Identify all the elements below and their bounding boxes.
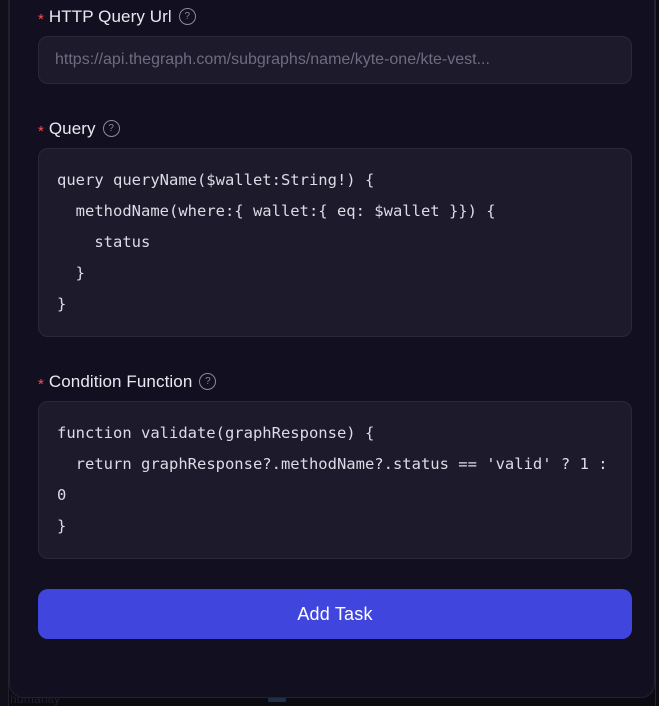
condition-function-label: * Condition Function ? bbox=[38, 372, 632, 393]
required-asterisk-icon: * bbox=[38, 11, 44, 28]
question-mark-circle-icon[interactable]: ? bbox=[199, 373, 217, 390]
add-task-form: * HTTP Query Url ? * Query ? query query… bbox=[38, 8, 632, 639]
question-mark-circle-icon[interactable]: ? bbox=[178, 8, 196, 25]
label-text: Query bbox=[48, 119, 96, 138]
http-query-url-input[interactable] bbox=[38, 36, 632, 84]
add-task-button[interactable]: Add Task bbox=[38, 589, 632, 639]
condition-function-code-editor[interactable]: function validate(graphResponse) { retur… bbox=[38, 401, 632, 559]
label-text: Condition Function bbox=[48, 372, 193, 391]
required-asterisk-icon: * bbox=[38, 376, 44, 393]
query-label: * Query ? bbox=[38, 119, 632, 140]
backdrop-right-rule bbox=[655, 0, 656, 706]
question-mark-circle-icon[interactable]: ? bbox=[102, 120, 120, 137]
field-http-query-url: * HTTP Query Url ? bbox=[38, 8, 632, 84]
field-condition-function: * Condition Function ? function validate… bbox=[38, 373, 632, 559]
required-asterisk-icon: * bbox=[38, 123, 44, 140]
http-query-url-label: * HTTP Query Url ? bbox=[38, 7, 632, 28]
field-query: * Query ? query queryName($wallet:String… bbox=[38, 120, 632, 337]
backdrop-left-strip bbox=[0, 0, 9, 706]
label-text: HTTP Query Url bbox=[48, 7, 172, 26]
add-task-modal: * HTTP Query Url ? * Query ? query query… bbox=[9, 0, 655, 698]
query-code-editor[interactable]: query queryName($wallet:String!) { metho… bbox=[38, 148, 632, 337]
